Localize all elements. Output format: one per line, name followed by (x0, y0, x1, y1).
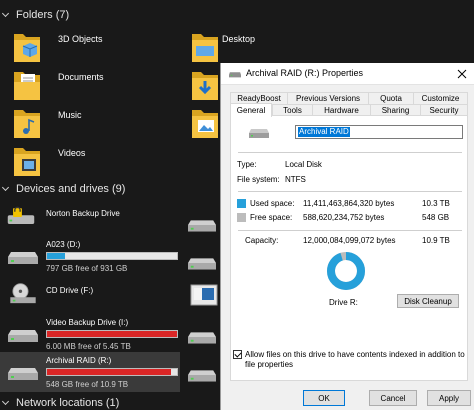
index-contents-label: Allow files on this drive to have conten… (245, 350, 465, 359)
drive-a023-d[interactable]: A023 (D:) 797 GB free of 931 GB (0, 240, 186, 274)
drive-label: Archival RAID (R:) (46, 356, 112, 365)
free-space-label: Free space: (250, 213, 293, 222)
hard-drive-icon (8, 368, 38, 380)
used-space-label: Used space: (250, 199, 295, 208)
close-icon[interactable] (455, 67, 469, 81)
chevron-down-icon (2, 185, 10, 193)
capacity-size: 10.9 TB (422, 236, 450, 245)
drive-label: Norton Backup Drive (46, 209, 120, 218)
drive-name-value: Archival RAID (298, 127, 350, 137)
properties-dialog: Archival RAID (R:) Properties ReadyBoost… (220, 63, 474, 410)
cd-drive-icon (10, 283, 36, 304)
drive-norton-backup[interactable]: Norton Backup Drive (0, 206, 186, 232)
hard-drive-icon[interactable] (188, 252, 216, 274)
folder-desktop[interactable]: Desktop (190, 30, 280, 66)
hard-drive-icon[interactable] (188, 326, 216, 348)
separator (238, 230, 462, 231)
capacity-bytes: 12,000,084,099,072 bytes (303, 236, 396, 245)
folder-videos[interactable]: Videos (12, 144, 192, 180)
used-space-bytes: 11,411,463,864,320 bytes (303, 199, 395, 208)
free-space-swatch (237, 213, 246, 222)
folder-downloads-icon (192, 72, 218, 100)
disk-cleanup-button[interactable]: Disk Cleanup (397, 294, 459, 308)
dialog-title: Archival RAID (R:) Properties (246, 68, 364, 78)
network-drive-icon[interactable] (190, 284, 218, 306)
tab-previous-versions[interactable]: Previous Versions (287, 92, 368, 104)
drive-label: Video Backup Drive (I:) (46, 318, 129, 327)
drive-archival-raid-r[interactable]: Archival RAID (R:) 548 GB free of 10.9 T… (0, 356, 186, 390)
folder-label: Videos (58, 148, 86, 158)
drive-free-space: 6.00 MB free of 5.45 TB (46, 342, 131, 351)
apply-button[interactable]: Apply (427, 390, 471, 406)
drive-icon (229, 72, 241, 78)
folder-3d-objects[interactable]: 3D Objects (12, 30, 192, 66)
devices-section-header[interactable]: Devices and drives (9) (0, 180, 125, 198)
folder-label: Music (58, 110, 82, 120)
dialog-title-bar[interactable]: Archival RAID (R:) Properties (221, 63, 474, 85)
devices-header-label: Devices and drives (9) (16, 183, 126, 195)
tab-general[interactable]: General (230, 103, 272, 117)
chevron-down-icon (2, 11, 10, 19)
folders-header-label: Folders (7) (16, 9, 70, 21)
folder-documents[interactable]: Documents (12, 68, 192, 104)
folder-downloads[interactable] (190, 68, 220, 104)
free-space-bytes: 588,620,234,752 bytes (303, 213, 385, 222)
network-section-header[interactable]: Network locations (1) (0, 394, 119, 410)
drive-free-space: 548 GB free of 10.9 TB (46, 380, 129, 389)
file-system-value: NTFS (285, 175, 306, 184)
hard-drive-icon[interactable] (188, 214, 216, 236)
index-contents-label-cont: file properties (245, 360, 294, 369)
folders-section-header[interactable]: Folders (7) (0, 6, 69, 24)
drive-free-space: 797 GB free of 931 GB (46, 264, 128, 273)
folder-label: 3D Objects (58, 34, 103, 44)
file-system-label: File system: (237, 175, 280, 184)
folder-label: Desktop (222, 34, 256, 44)
used-space-swatch (237, 199, 246, 208)
folder-documents-icon (14, 72, 40, 100)
free-space-size: 548 GB (422, 213, 450, 222)
used-space-size: 10.3 TB (422, 199, 450, 208)
folder-music[interactable]: Music (12, 106, 192, 142)
drive-cd-f[interactable]: CD Drive (F:) (0, 282, 186, 310)
network-header-label: Network locations (1) (16, 397, 120, 409)
folder-label: Documents (58, 72, 104, 82)
usage-donut-chart (327, 252, 365, 290)
drive-usage-fill (47, 331, 177, 337)
drive-name-input[interactable]: Archival RAID (295, 125, 463, 139)
separator (238, 152, 462, 153)
hard-drive-icon (8, 330, 38, 342)
capacity-label: Capacity: (245, 236, 279, 245)
drive-usage-fill (47, 253, 66, 259)
cancel-button[interactable]: Cancel (369, 390, 417, 406)
drive-usage-fill (47, 369, 171, 375)
drive-icon (249, 129, 269, 138)
chevron-down-icon (2, 399, 10, 407)
type-value: Local Disk (285, 160, 322, 169)
index-contents-checkbox[interactable] (233, 350, 242, 359)
folder-3d-objects-icon (14, 34, 40, 62)
drive-label: CD Drive (F:) (46, 286, 94, 295)
folder-pictures[interactable] (190, 106, 220, 142)
drive-usage-bar (46, 368, 178, 376)
ok-button[interactable]: OK (303, 390, 345, 406)
drive-usage-bar (46, 330, 178, 338)
drive-video-backup-i[interactable]: Video Backup Drive (I:) 6.00 MB free of … (0, 318, 186, 352)
drive-caption: Drive R: (329, 298, 358, 307)
general-tab-panel: Archival RAID Type: Local Disk File syst… (230, 115, 468, 381)
tab-customize[interactable]: Customize (413, 92, 468, 104)
donut-used-arc (327, 252, 365, 290)
hard-drive-icon (8, 252, 38, 264)
hard-drive-icon[interactable] (188, 364, 216, 386)
locked-drive-icon (7, 206, 35, 225)
type-label: Type: (237, 160, 257, 169)
tab-quota[interactable]: Quota (368, 92, 413, 104)
separator (238, 191, 462, 192)
drive-label: A023 (D:) (46, 240, 81, 249)
folder-videos-icon (14, 148, 40, 176)
drive-usage-bar (46, 252, 178, 260)
folder-music-icon (14, 110, 40, 138)
folder-desktop-icon (192, 34, 218, 62)
folder-pictures-icon (192, 110, 218, 138)
